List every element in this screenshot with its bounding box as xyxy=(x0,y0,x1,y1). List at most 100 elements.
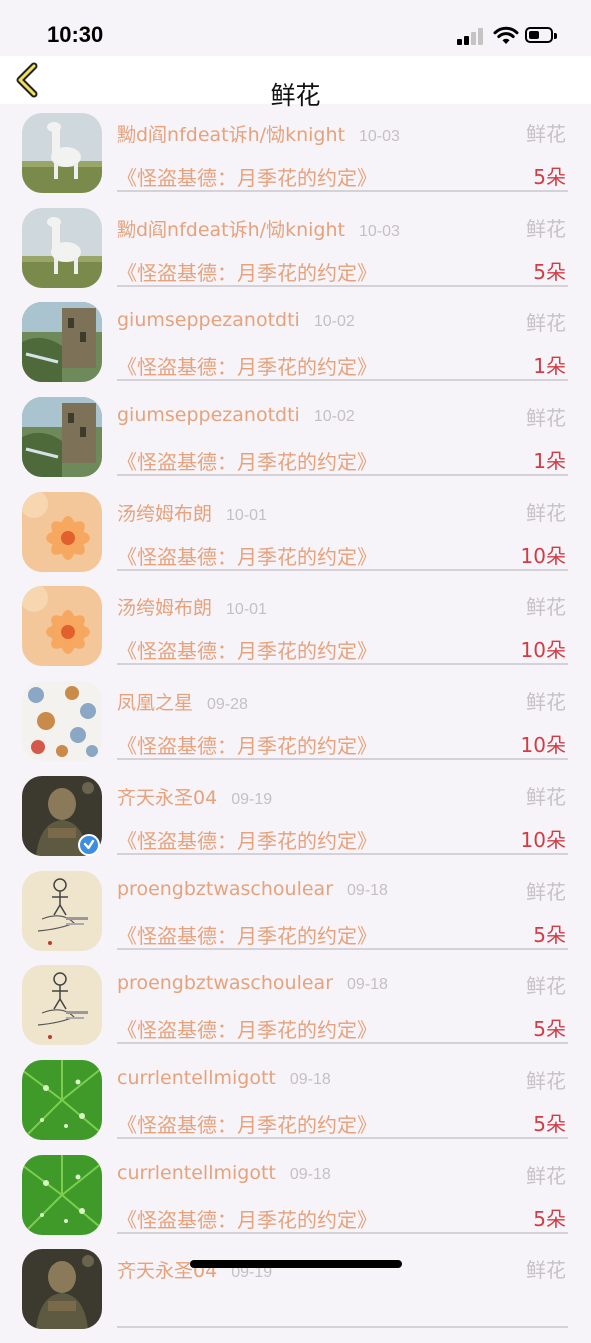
gift-date: 10-01 xyxy=(226,506,267,524)
sender-name[interactable]: currlentellmigott 09-18 xyxy=(117,1067,331,1089)
work-title-link[interactable]: 《怪盗基德：月季花的约定》 xyxy=(117,1109,377,1138)
verified-badge-icon xyxy=(78,833,100,856)
gift-count: 10朵 xyxy=(520,543,566,568)
sender-name[interactable]: proengbztwaschoulear 09-18 xyxy=(117,972,388,994)
gift-date: 09-18 xyxy=(289,1070,331,1088)
avatar[interactable] xyxy=(22,207,102,288)
avatar[interactable] xyxy=(22,586,102,667)
gift-count: 10朵 xyxy=(520,638,566,663)
gift-type-label: 鲜花 xyxy=(526,1163,566,1188)
gift-date: 09-18 xyxy=(289,1165,331,1183)
home-indicator xyxy=(190,1260,402,1268)
sender-name[interactable]: 黝d阎nfdeat诉h/恸knight 10-03 xyxy=(117,120,400,147)
gift-count: 1朵 xyxy=(533,354,566,379)
gift-date: 09-28 xyxy=(207,696,248,714)
avatar[interactable] xyxy=(22,681,102,762)
gift-type-label: 鲜花 xyxy=(526,974,566,999)
work-title-link[interactable]: 《怪盗基德：月季花的约定》 xyxy=(117,351,377,380)
page-title: 鲜花 xyxy=(270,81,321,110)
sender-name-text: 黝d阎nfdeat诉h/恸knight xyxy=(117,218,345,241)
row-divider xyxy=(117,284,568,287)
work-title-link[interactable]: 《怪盗基德：月季花的约定》 xyxy=(117,162,377,191)
gift-record-list: 黝d阎nfdeat诉h/恸knight 10-03 鲜花 《怪盗基德：月季花的约定… xyxy=(0,112,591,1343)
avatar[interactable] xyxy=(22,397,102,478)
status-time: 10:30 xyxy=(47,22,104,47)
sender-name-text: 黝d阎nfdeat诉h/恸knight xyxy=(117,124,345,146)
avatar[interactable] xyxy=(22,1059,102,1140)
gift-record-row[interactable]: 汤绔姆布朗 10-01 鲜花 《怪盗基德：月季花的约定》 10朵 xyxy=(0,491,591,586)
sender-name[interactable]: 汤绔姆布朗 10-01 xyxy=(117,499,267,526)
row-divider xyxy=(117,663,568,666)
sender-name[interactable]: currlentellmigott 09-18 xyxy=(117,1162,331,1184)
sender-name-text: 汤绔姆布朗 xyxy=(117,502,213,525)
row-divider xyxy=(117,947,568,950)
work-title-link[interactable]: 《怪盗基德：月季花的约定》 xyxy=(117,730,377,759)
row-divider xyxy=(117,1326,568,1329)
gift-type-label: 鲜花 xyxy=(526,690,566,715)
row-divider xyxy=(117,190,568,192)
status-bar: 10:30 xyxy=(0,0,591,56)
gift-record-row[interactable]: currlentellmigott 09-18 鲜花 《怪盗基德：月季花的约定》 … xyxy=(0,1154,591,1249)
avatar[interactable] xyxy=(22,113,102,193)
sender-name[interactable]: 凤凰之星 09-28 xyxy=(117,688,248,715)
gift-type-label: 鲜花 xyxy=(526,784,566,809)
battery-icon xyxy=(525,27,557,45)
sender-name-text: 齐天永圣04 xyxy=(117,786,218,809)
gift-date: 10-02 xyxy=(313,313,355,331)
gift-record-row[interactable]: 黝d阎nfdeat诉h/恸knight 10-03 鲜花 《怪盗基德：月季花的约定… xyxy=(0,207,591,302)
work-title-link[interactable]: 《怪盗基德：月季花的约定》 xyxy=(117,920,377,949)
gift-record-row[interactable]: currlentellmigott 09-18 鲜花 《怪盗基德：月季花的约定》 … xyxy=(0,1059,591,1154)
gift-date: 09-19 xyxy=(231,790,273,808)
gift-date: 10-03 xyxy=(358,128,400,145)
sender-name[interactable]: 齐天永圣04 09-19 xyxy=(117,783,272,810)
sender-name-text: 汤绔姆布朗 xyxy=(117,597,213,620)
work-title-link[interactable]: 《怪盗基德：月季花的约定》 xyxy=(117,1014,377,1043)
gift-count: 1朵 xyxy=(533,449,566,474)
row-divider xyxy=(117,1042,568,1045)
work-title-link[interactable]: 《怪盗基德：月季花的约定》 xyxy=(117,541,377,570)
sender-name[interactable]: proengbztwaschoulear 09-18 xyxy=(117,878,388,900)
row-divider xyxy=(117,758,568,761)
gift-type-label: 鲜花 xyxy=(526,1258,566,1283)
gift-date: 10-03 xyxy=(358,222,400,240)
avatar[interactable] xyxy=(22,302,102,383)
work-title-link[interactable]: 《怪盗基德：月季花的约定》 xyxy=(117,1204,377,1233)
avatar[interactable] xyxy=(22,965,102,1046)
gift-date: 10-01 xyxy=(226,601,267,619)
sender-name[interactable]: giumseppezanotdti 10-02 xyxy=(117,404,355,426)
sender-name-text: proengbztwaschoulear xyxy=(117,877,334,900)
work-title-link[interactable]: 《怪盗基德：月季花的约定》 xyxy=(117,446,377,475)
sender-name[interactable]: 汤绔姆布朗 10-01 xyxy=(117,593,267,620)
work-title-link[interactable]: 《怪盗基德：月季花的约定》 xyxy=(117,825,377,854)
gift-type-label: 鲜花 xyxy=(526,879,566,904)
work-title-link[interactable]: 《怪盗基德：月季花的约定》 xyxy=(117,257,377,286)
gift-record-row[interactable]: 凤凰之星 09-28 鲜花 《怪盗基德：月季花的约定》 10朵 xyxy=(0,680,591,775)
gift-record-row[interactable]: giumseppezanotdti 10-02 鲜花 《怪盗基德：月季花的约定》 … xyxy=(0,396,591,491)
wifi-icon xyxy=(493,26,519,44)
sender-name-text: proengbztwaschoulear xyxy=(117,972,334,995)
gift-record-row[interactable]: proengbztwaschoulear 09-18 鲜花 《怪盗基德：月季花的约… xyxy=(0,870,591,965)
sender-name[interactable]: giumseppezanotdti 10-02 xyxy=(117,309,355,331)
gift-record-row[interactable]: 汤绔姆布朗 10-01 鲜花 《怪盗基德：月季花的约定》 10朵 xyxy=(0,585,591,680)
sender-name-text: 凤凰之星 xyxy=(117,692,194,715)
gift-record-row[interactable]: proengbztwaschoulear 09-18 鲜花 《怪盗基德：月季花的约… xyxy=(0,964,591,1059)
gift-record-row[interactable]: giumseppezanotdti 10-02 鲜花 《怪盗基德：月季花的约定》 … xyxy=(0,301,591,396)
sender-name-text: currlentellmigott xyxy=(117,1161,276,1184)
gift-type-label: 鲜花 xyxy=(526,1068,566,1093)
avatar[interactable] xyxy=(22,1154,102,1235)
avatar[interactable] xyxy=(22,1249,102,1330)
gift-type-label: 鲜花 xyxy=(526,500,566,525)
sender-name-text: currlentellmigott xyxy=(117,1066,276,1089)
gift-date: 09-18 xyxy=(347,881,388,899)
gift-record-row[interactable]: 黝d阎nfdeat诉h/恸knight 10-03 鲜花 《怪盗基德：月季花的约定… xyxy=(0,112,591,207)
row-divider xyxy=(117,379,568,382)
gift-record-row[interactable]: 齐天永圣04 09-19 鲜花 《怪盗基德：月季花的约定》 10朵 xyxy=(0,775,591,870)
avatar[interactable] xyxy=(22,491,102,572)
sender-name-text: giumseppezanotdti xyxy=(117,404,300,427)
work-title-link[interactable]: 《怪盗基德：月季花的约定》 xyxy=(117,635,377,664)
sender-name[interactable]: 黝d阎nfdeat诉h/恸knight 10-03 xyxy=(117,215,400,242)
gift-count: 5朵 xyxy=(533,259,566,284)
avatar[interactable] xyxy=(22,870,102,951)
sender-name-text: giumseppezanotdti xyxy=(117,309,300,332)
gift-count: 5朵 xyxy=(533,922,566,947)
